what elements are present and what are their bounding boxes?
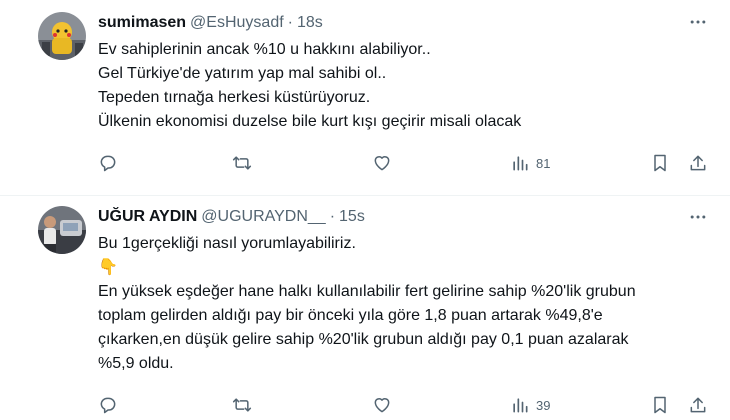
views-chart-icon (513, 156, 528, 171)
tweet-line: Gel Türkiye'de yatırım yap mal sahibi ol… (98, 65, 387, 82)
views-count: 39 (536, 397, 551, 413)
separator: · (329, 208, 336, 225)
reply-icon (100, 397, 116, 414)
display-name[interactable]: UĞUR AYDIN (98, 208, 197, 226)
share-button[interactable] (688, 393, 708, 417)
reply-icon (100, 155, 116, 172)
tweet-line: Tepeden tırnağa herkesi küstürüyoruz. (98, 89, 371, 106)
views-chart-icon (513, 398, 528, 413)
more-dots-icon[interactable] (688, 207, 708, 227)
tweet-line: çıkarken,en düşük gelire sahip %20'lik g… (98, 331, 629, 348)
pointing-down-emoji: 👇 (98, 259, 118, 276)
tweet-header: UĞUR AYDIN @UGURAYDN__ · 15s (98, 208, 365, 228)
action-bar: 81 (98, 151, 710, 175)
tweet-header: sumimasen @EsHuysadf · 18s (98, 14, 323, 34)
reply-button[interactable] (98, 393, 118, 417)
display-name[interactable]: sumimasen (98, 14, 186, 32)
retweet-icon (232, 156, 252, 170)
like-button[interactable] (372, 393, 392, 417)
user-handle[interactable]: @UGURAYDN__ (201, 208, 325, 226)
tweet-text: Ev sahiplerinin ancak %10 u hakkını alab… (98, 38, 718, 134)
tweet-line: %5,9 oldu. (98, 355, 174, 372)
user-handle[interactable]: @EsHuysadf (190, 14, 284, 32)
tweet-line: toplam gelirden aldığı pay bir önceki yı… (98, 307, 603, 324)
views-count: 81 (536, 155, 551, 171)
tweet-line: En yüksek eşdeğer hane halkı kullanılabi… (98, 283, 636, 300)
share-button[interactable] (688, 151, 708, 175)
avatar[interactable] (38, 206, 86, 254)
retweet-button[interactable] (232, 151, 252, 175)
timestamp[interactable]: 15s (339, 208, 365, 226)
like-button[interactable] (372, 151, 392, 175)
bookmark-icon (654, 396, 666, 414)
views-button[interactable]: 81 (510, 151, 550, 175)
reply-button[interactable] (98, 151, 118, 175)
heart-icon (374, 156, 390, 171)
timestamp[interactable]: 18s (297, 14, 323, 32)
tweet-line: Bu 1gerçekliği nasıl yorumlayabiliriz. (98, 235, 356, 252)
heart-icon (374, 398, 390, 413)
action-bar: 39 (98, 393, 710, 417)
tweet-line: Ev sahiplerinin ancak %10 u hakkını alab… (98, 41, 431, 58)
tweet-line: Ülkenin ekonomisi duzelse bile kurt kışı… (98, 113, 522, 130)
avatar[interactable] (38, 12, 86, 60)
retweet-button[interactable] (232, 393, 252, 417)
views-button[interactable]: 39 (510, 393, 550, 417)
bookmark-button[interactable] (650, 393, 670, 417)
bookmark-icon (654, 154, 666, 172)
more-dots-icon[interactable] (688, 12, 708, 32)
share-icon (690, 155, 706, 171)
retweet-icon (232, 398, 252, 412)
tweet-text: Bu 1gerçekliği nasıl yorumlayabiliriz. 👇… (98, 232, 718, 376)
tweet[interactable]: sumimasen @EsHuysadf · 18s Ev sahiplerin… (0, 0, 730, 196)
bookmark-button[interactable] (650, 151, 670, 175)
separator: · (287, 14, 293, 31)
tweet[interactable]: UĞUR AYDIN @UGURAYDN__ · 15s Bu 1gerçekl… (0, 197, 730, 420)
share-icon (690, 397, 706, 413)
